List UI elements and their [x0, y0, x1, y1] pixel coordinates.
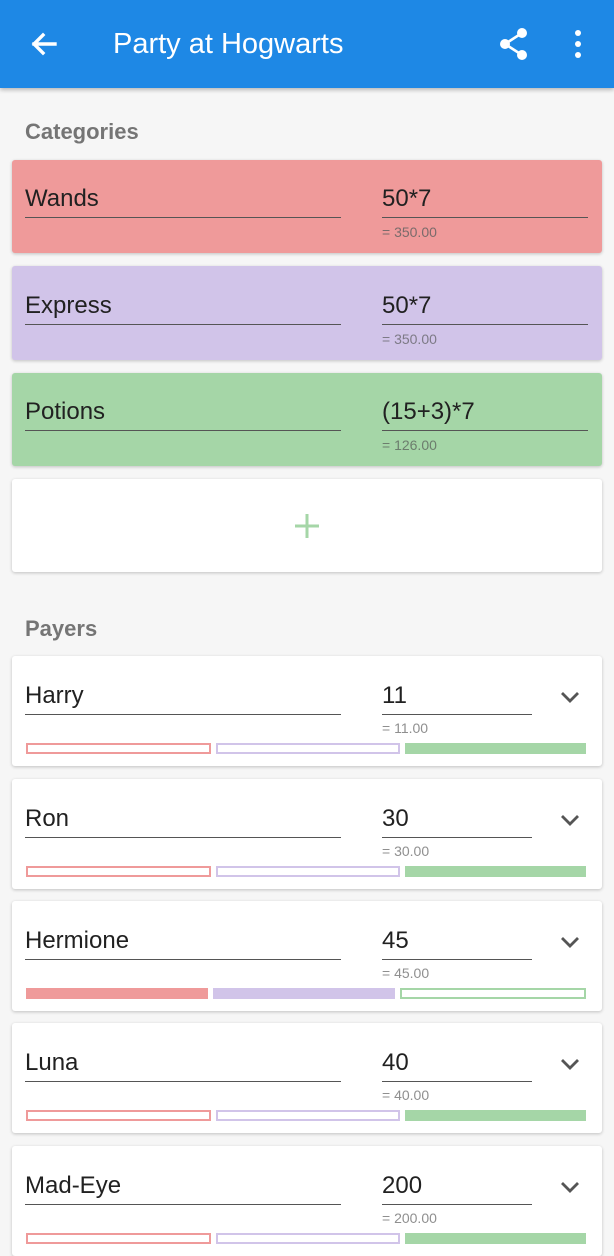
category-card-potions: Potions (15+3)*7 = 126.00: [12, 373, 602, 466]
payer-result: = 45.00: [382, 965, 430, 981]
share-toggle-potions[interactable]: [405, 1110, 587, 1121]
payer-result: = 11.00: [382, 720, 429, 736]
share-toggle-wands[interactable]: [26, 1233, 211, 1244]
share-toggle-potions[interactable]: [400, 988, 586, 999]
payer-card: Hermione 45 = 45.00: [12, 901, 602, 1011]
share-toggle-express[interactable]: [215, 743, 401, 754]
payer-result: = 200.00: [382, 1210, 437, 1226]
category-share-toggles: [26, 743, 587, 754]
share-toggle-express[interactable]: [213, 988, 395, 999]
chevron-down-icon[interactable]: [557, 1174, 583, 1200]
payer-amount-field[interactable]: 200: [382, 1168, 532, 1205]
share-toggle-express[interactable]: [215, 1233, 401, 1244]
chevron-down-icon[interactable]: [557, 807, 583, 833]
add-icon: [295, 514, 319, 538]
share-toggle-potions[interactable]: [405, 866, 587, 877]
payer-amount-field[interactable]: 11: [382, 678, 532, 715]
category-name-field[interactable]: Wands: [25, 181, 341, 218]
share-toggle-wands[interactable]: [26, 866, 211, 877]
payers-heading: Payers: [25, 616, 98, 641]
more-vert-icon[interactable]: [562, 24, 594, 64]
payer-name-field[interactable]: Hermione: [25, 923, 341, 960]
share-toggle-potions[interactable]: [405, 1233, 587, 1244]
category-card-wands: Wands 50*7 = 350.00: [12, 160, 602, 253]
category-result: = 350.00: [382, 224, 437, 240]
chevron-down-icon[interactable]: [557, 1051, 583, 1077]
category-share-toggles: [26, 988, 586, 999]
share-toggle-express[interactable]: [215, 866, 401, 877]
category-amount-field[interactable]: (15+3)*7: [382, 394, 588, 431]
category-result: = 350.00: [382, 331, 437, 347]
page-title: Party at Hogwarts: [113, 28, 344, 60]
payer-name-field[interactable]: Ron: [25, 801, 341, 838]
chevron-down-icon[interactable]: [557, 684, 583, 710]
payer-card: Ron 30 = 30.00: [12, 779, 602, 889]
share-toggle-potions[interactable]: [405, 743, 587, 754]
payer-name-field[interactable]: Luna: [25, 1045, 341, 1082]
add-category-button[interactable]: [12, 479, 602, 572]
payer-amount-field[interactable]: 45: [382, 923, 532, 960]
payer-card: Mad-Eye 200 = 200.00: [12, 1146, 602, 1256]
category-amount-field[interactable]: 50*7: [382, 288, 588, 325]
payer-card: Luna 40 = 40.00: [12, 1023, 602, 1133]
chevron-down-icon[interactable]: [557, 929, 583, 955]
share-toggle-wands[interactable]: [26, 743, 211, 754]
payer-name-field[interactable]: Mad-Eye: [25, 1168, 341, 1205]
share-icon[interactable]: [494, 24, 534, 64]
category-share-toggles: [26, 1110, 587, 1121]
payer-result: = 40.00: [382, 1087, 430, 1103]
app-bar: Party at Hogwarts: [0, 0, 614, 88]
category-card-express: Express 50*7 = 350.00: [12, 266, 602, 360]
share-toggle-wands[interactable]: [26, 1110, 211, 1121]
categories-heading: Categories: [25, 119, 139, 144]
payer-amount-field[interactable]: 40: [382, 1045, 532, 1082]
share-toggle-express[interactable]: [215, 1110, 401, 1121]
category-result: = 126.00: [382, 437, 437, 453]
payer-name-field[interactable]: Harry: [25, 678, 341, 715]
payer-result: = 30.00: [382, 843, 430, 859]
category-amount-field[interactable]: 50*7: [382, 181, 588, 218]
category-name-field[interactable]: Potions: [25, 394, 341, 431]
arrow-back-icon[interactable]: [24, 24, 64, 64]
category-share-toggles: [26, 1233, 587, 1244]
category-name-field[interactable]: Express: [25, 288, 341, 325]
payer-card: Harry 11 = 11.00: [12, 656, 602, 766]
category-share-toggles: [26, 866, 587, 877]
share-toggle-wands[interactable]: [26, 988, 208, 999]
payer-amount-field[interactable]: 30: [382, 801, 532, 838]
